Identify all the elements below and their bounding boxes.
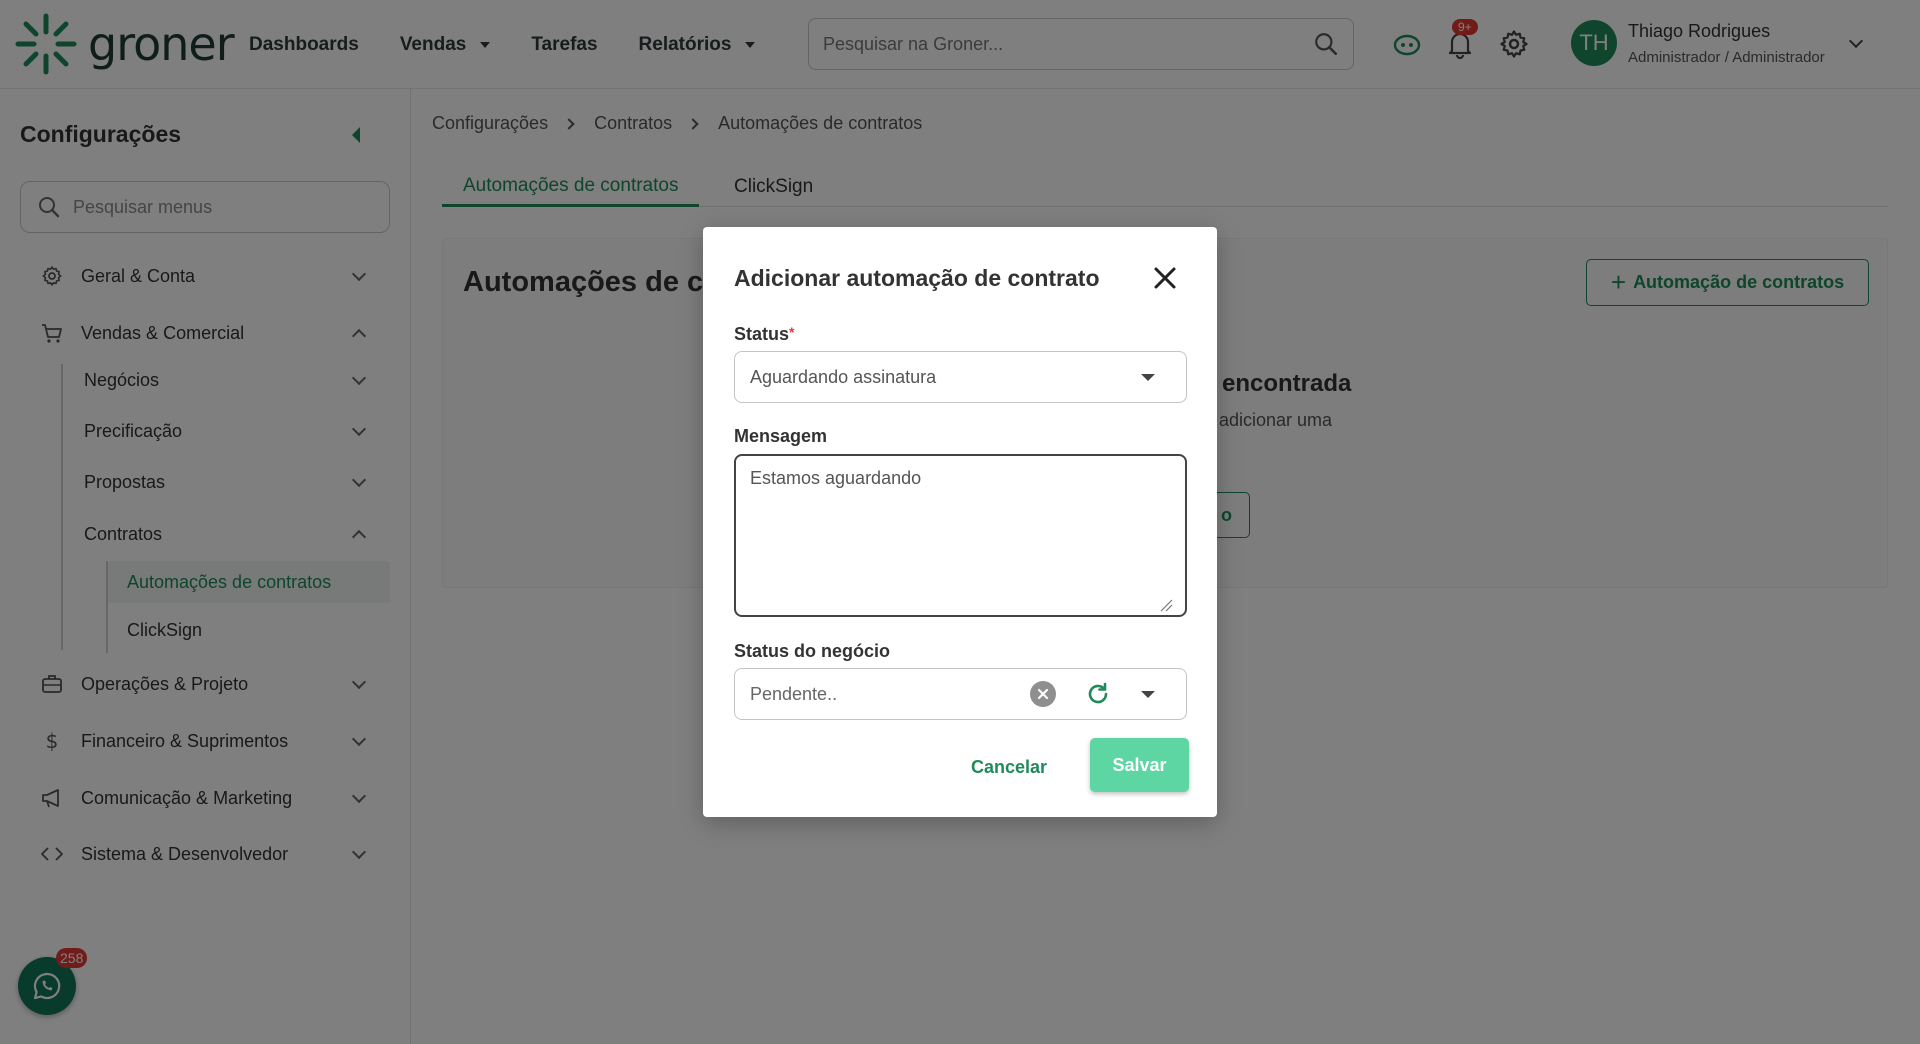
close-icon[interactable] [1152,265,1178,291]
add-contract-automation-modal: Adicionar automação de contrato Status* … [703,227,1217,817]
status-select-value: Aguardando assinatura [750,366,937,387]
status-select[interactable]: Aguardando assinatura [734,351,1187,403]
modal-title: Adicionar automação de contrato [734,265,1100,291]
caret-down-icon [1141,373,1155,381]
caret-down-icon [1141,690,1155,698]
save-button[interactable]: Salvar [1090,738,1189,792]
resize-grip-icon[interactable] [1159,598,1173,612]
message-label: Mensagem [734,426,828,446]
business-status-label: Status do negócio [734,641,891,661]
status-label: Status* [734,324,794,345]
business-status-value: Pendente.. [750,683,838,704]
status-label-text: Status [734,324,790,344]
app-root: groner Dashboards Vendas Tarefas Relatór… [0,0,1920,1044]
business-status-select[interactable]: Pendente.. [734,668,1187,720]
refresh-icon[interactable] [1085,681,1111,707]
message-textarea[interactable]: Estamos aguardando [734,454,1187,617]
close-icon [1037,688,1049,700]
required-mark: * [789,324,795,340]
cancel-button[interactable]: Cancelar [971,742,1047,792]
clear-icon[interactable] [1030,681,1056,707]
